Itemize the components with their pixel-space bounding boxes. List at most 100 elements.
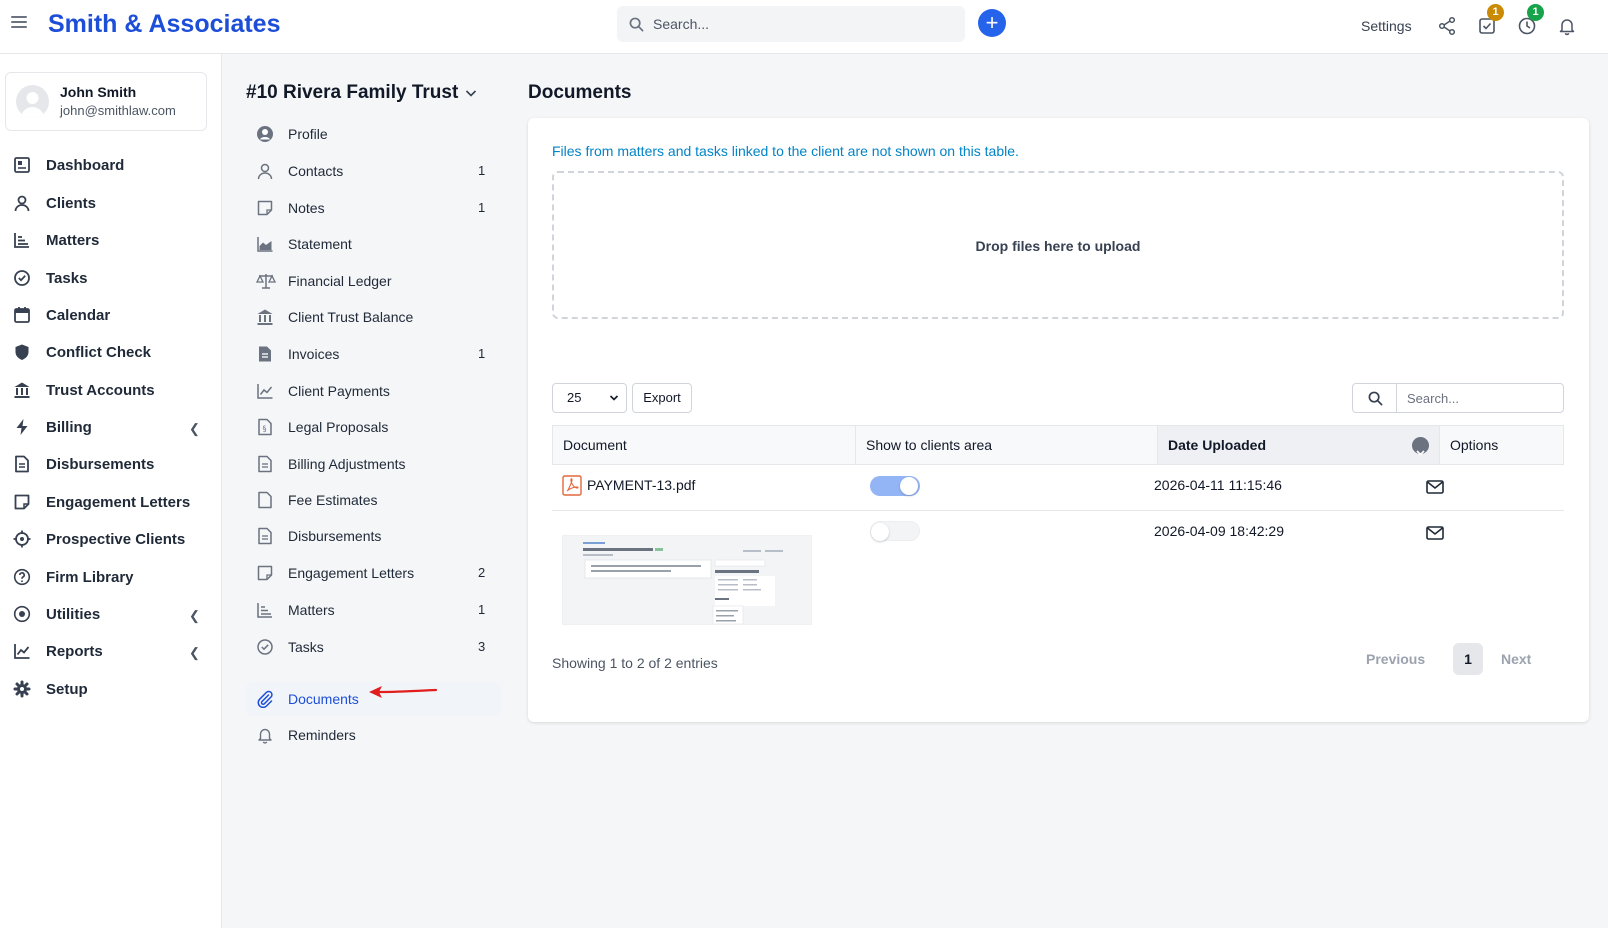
client-menu-contacts[interactable]: Contacts 1 [246, 154, 502, 188]
nav-label: Billing [46, 419, 92, 436]
client-menu-label: Profile [288, 126, 328, 142]
client-menu-client-payments[interactable]: Client Payments [246, 374, 502, 408]
client-menu-label: Engagement Letters [288, 565, 415, 581]
previous-page-button[interactable]: Previous [1366, 651, 1425, 667]
file-name[interactable]: PAYMENT-13.pdf [587, 477, 695, 493]
envelope-icon[interactable] [1426, 480, 1444, 494]
quick-add-button[interactable]: + [978, 9, 1006, 37]
paperclip-icon [257, 690, 273, 708]
show-to-clients-toggle[interactable] [870, 521, 920, 541]
document-thumbnail[interactable] [562, 535, 812, 625]
page-number-button[interactable]: 1 [1453, 643, 1483, 675]
page-size-select[interactable]: 25 [552, 383, 627, 413]
bell-icon [258, 728, 272, 744]
client-menu-matters[interactable]: Matters 1 [246, 593, 502, 627]
client-menu-engagement-letters[interactable]: Engagement Letters 2 [246, 556, 502, 590]
letter-icon [14, 494, 30, 510]
table-search-button[interactable] [1352, 383, 1397, 413]
nav-reports[interactable]: Reports ❮ [0, 634, 222, 668]
chevron-down-icon[interactable] [464, 86, 478, 100]
settings-link[interactable]: Settings [1361, 18, 1412, 34]
client-menu-count: 1 [478, 163, 486, 178]
client-menu-reminders[interactable]: Reminders [246, 718, 502, 752]
global-search-input[interactable] [653, 12, 953, 36]
file-contract-icon: § [258, 418, 272, 436]
sort-chevron-icon[interactable] [1412, 437, 1429, 456]
main-sidebar: John Smith john@smithlaw.com Dashboard C… [0, 54, 222, 928]
nav-label: Clients [46, 195, 97, 212]
column-header-date-uploaded[interactable]: Date Uploaded [1157, 425, 1439, 465]
shield-icon [15, 344, 29, 360]
brand-title[interactable]: Smith & Associates [48, 10, 280, 39]
nav-matters[interactable]: Matters [0, 223, 222, 257]
hamburger-menu-icon[interactable] [11, 16, 27, 30]
client-menu-disbursements[interactable]: Disbursements [246, 519, 502, 553]
document-preview-image [583, 542, 783, 625]
timer-clock-icon[interactable]: 1 [1517, 4, 1544, 38]
nav-prospective-clients[interactable]: Prospective Clients [0, 522, 222, 556]
upload-dropzone[interactable]: Drop files here to upload [552, 171, 1564, 319]
client-menu-count: 1 [478, 602, 486, 617]
nav-dashboard[interactable]: Dashboard [0, 148, 222, 182]
client-menu-billing-adjustments[interactable]: Billing Adjustments [246, 447, 502, 481]
client-menu-profile[interactable]: Profile [246, 117, 502, 151]
nav-firm-library[interactable]: Firm Library [0, 560, 222, 594]
nav-conflict-check[interactable]: Conflict Check [0, 335, 222, 369]
column-header-show-to-clients[interactable]: Show to clients area [855, 425, 1157, 465]
client-menu-tasks[interactable]: Tasks 3 [246, 630, 502, 664]
area-chart-icon [257, 237, 273, 252]
chart-icon [14, 644, 30, 659]
table-search-input[interactable] [1396, 383, 1564, 413]
show-to-clients-toggle[interactable] [870, 476, 920, 496]
global-search[interactable] [617, 6, 965, 42]
tasks-badge: 1 [1487, 4, 1504, 21]
client-menu-client-trust-balance[interactable]: Client Trust Balance [246, 300, 502, 334]
client-menu-label: Client Payments [288, 383, 390, 399]
share-icon[interactable] [1437, 16, 1459, 38]
nav-tasks[interactable]: Tasks [0, 261, 222, 295]
user-card[interactable]: John Smith john@smithlaw.com [5, 72, 207, 131]
table-row: 2026-04-09 18:42:29 [552, 511, 1564, 631]
matters-icon [257, 603, 272, 618]
nav-label: Engagement Letters [46, 494, 191, 511]
dropzone-text: Drop files here to upload [975, 238, 1141, 254]
note-icon [257, 565, 273, 581]
search-icon [629, 17, 644, 32]
nav-trust-accounts[interactable]: Trust Accounts [0, 373, 222, 407]
envelope-icon[interactable] [1426, 526, 1444, 540]
next-page-button[interactable]: Next [1501, 651, 1531, 667]
documents-panel: Files from matters and tasks linked to t… [528, 118, 1589, 722]
client-menu-invoices[interactable]: Invoices 1 [246, 337, 502, 371]
client-menu-legal-proposals[interactable]: § Legal Proposals [246, 410, 502, 444]
nav-disbursements[interactable]: Disbursements [0, 447, 222, 481]
nav-clients[interactable]: Clients [0, 186, 222, 220]
nav-label: Prospective Clients [46, 531, 186, 548]
nav-calendar[interactable]: Calendar [0, 298, 222, 332]
nav-engagement-letters[interactable]: Engagement Letters [0, 485, 222, 519]
nav-utilities[interactable]: Utilities ❮ [0, 597, 222, 631]
client-menu-financial-ledger[interactable]: Financial Ledger [246, 264, 502, 298]
nav-billing[interactable]: Billing ❮ [0, 410, 222, 444]
column-header-document[interactable]: Document [552, 425, 855, 465]
client-menu-fee-estimates[interactable]: Fee Estimates [246, 483, 502, 517]
chevron-down-icon [609, 384, 619, 422]
bell-icon[interactable] [1557, 16, 1579, 38]
nav-label: Utilities [46, 606, 101, 623]
client-menu-label: Statement [288, 236, 352, 252]
client-menu-notes[interactable]: Notes 1 [246, 191, 502, 225]
client-menu-count: 2 [478, 565, 486, 580]
matters-icon [14, 233, 29, 248]
client-menu-label: Invoices [288, 346, 340, 362]
tasks-check-icon[interactable]: 1 [1477, 4, 1504, 38]
bank-icon [14, 382, 30, 398]
export-button[interactable]: Export [632, 383, 692, 413]
client-menu-statement[interactable]: Statement [246, 227, 502, 261]
note-icon [257, 200, 273, 216]
client-menu-label: Notes [288, 200, 325, 216]
client-title[interactable]: #10 Rivera Family Trust [246, 82, 458, 104]
chevron-left-icon: ❮ [189, 421, 200, 436]
nav-label: Dashboard [46, 157, 125, 174]
nav-setup[interactable]: Setup [0, 672, 222, 706]
user-name: John Smith [60, 84, 137, 100]
client-menu-label: Client Trust Balance [288, 309, 414, 325]
